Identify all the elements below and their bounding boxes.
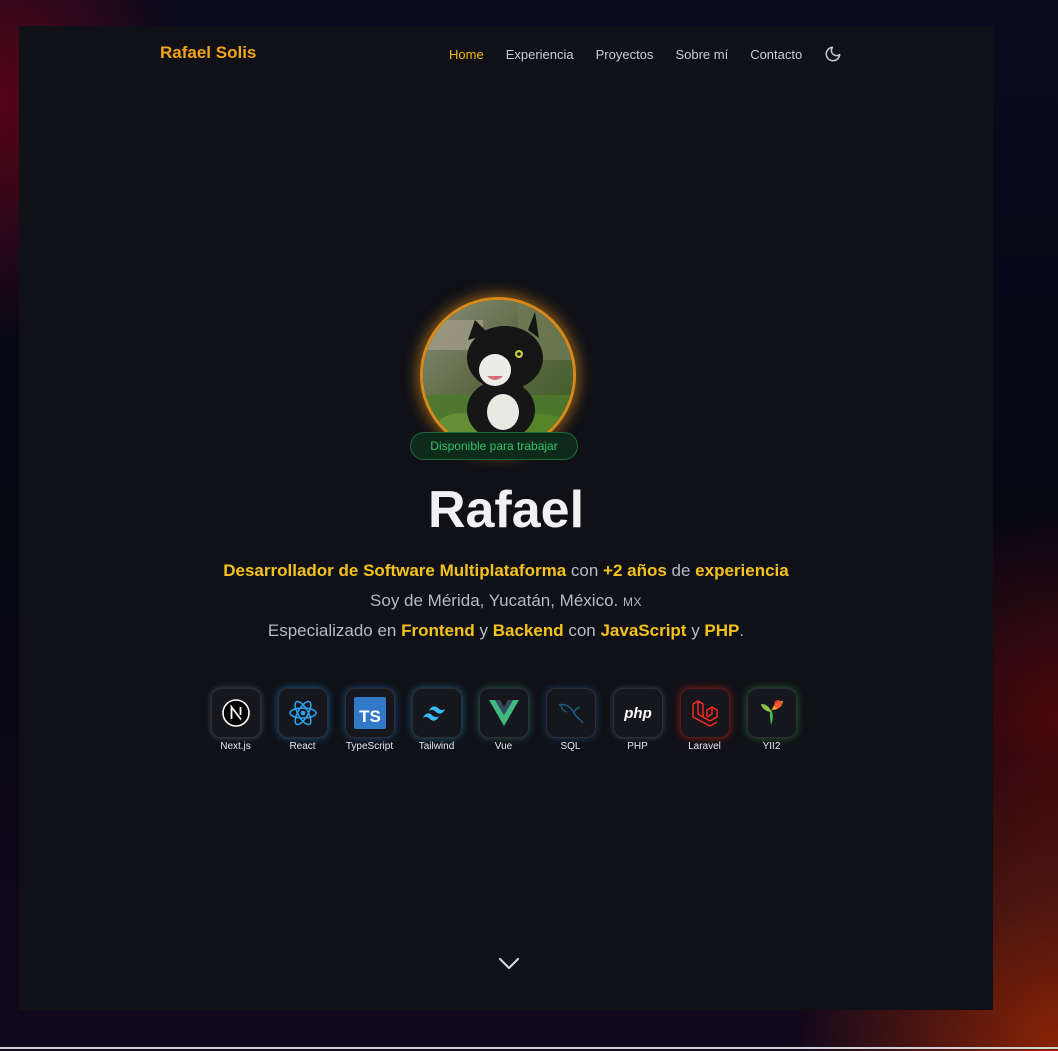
- vue-icon: [478, 688, 529, 738]
- tech-label: Tailwind: [418, 741, 455, 752]
- tech-label: PHP: [627, 741, 648, 752]
- tech-yii2: YII2: [738, 688, 805, 752]
- nav-sobre-mi[interactable]: Sobre mí: [675, 47, 728, 62]
- react-icon: [277, 688, 328, 738]
- tailwind-icon: [411, 688, 462, 738]
- typescript-icon: TS: [344, 688, 395, 738]
- tech-sql: SQL: [537, 688, 604, 752]
- backend-highlight: Backend: [492, 621, 564, 640]
- hero-tagline: Desarrollador de Software Multiplataform…: [19, 561, 993, 581]
- main-nav: Home Experiencia Proyectos Sobre mí Cont…: [449, 45, 842, 63]
- role-highlight: Desarrollador de Software Multiplataform…: [223, 561, 567, 580]
- experience-highlight: experiencia: [695, 561, 789, 580]
- tech-react: React: [269, 688, 336, 752]
- years-highlight: +2 años: [603, 561, 667, 580]
- mysql-icon: [545, 688, 596, 738]
- svg-text:php: php: [623, 705, 652, 722]
- nav-contacto[interactable]: Contacto: [750, 47, 802, 62]
- spec-text: y: [474, 621, 493, 640]
- tech-nextjs: Next.js: [202, 688, 269, 752]
- tech-label: Next.js: [220, 741, 251, 752]
- tech-label: TypeScript: [345, 741, 394, 752]
- status-badge: Disponible para trabajar: [410, 432, 578, 460]
- page-title: Rafael: [427, 481, 585, 539]
- divider: [0, 1047, 1058, 1049]
- location-text: Soy de Mérida, Yucatán, México.: [370, 591, 623, 610]
- page-container: Rafael Solis Home Experiencia Proyectos …: [19, 26, 993, 1010]
- hero-location: Soy de Mérida, Yucatán, México. MX: [19, 591, 993, 611]
- nav-home[interactable]: Home: [449, 47, 484, 62]
- tech-typescript: TS TypeScript: [336, 688, 403, 752]
- moon-icon[interactable]: [824, 45, 842, 63]
- hero-specialization: Especializado en Frontend y Backend con …: [19, 621, 993, 641]
- tech-label: React: [289, 741, 316, 752]
- yii-icon: [746, 688, 797, 738]
- tech-label: YII2: [762, 741, 781, 752]
- avatar: [420, 297, 576, 453]
- spec-text: .: [739, 621, 745, 640]
- spec-text: y: [686, 621, 705, 640]
- javascript-highlight: JavaScript: [600, 621, 687, 640]
- frontend-highlight: Frontend: [401, 621, 475, 640]
- laravel-icon: [679, 688, 730, 738]
- cat-avatar-photo: [423, 300, 573, 450]
- tech-label: SQL: [560, 741, 581, 752]
- tech-tailwind: Tailwind: [403, 688, 470, 752]
- svg-text:TS: TS: [359, 707, 381, 726]
- spec-text: con: [563, 621, 601, 640]
- nav-experiencia[interactable]: Experiencia: [506, 47, 574, 62]
- brand-logo[interactable]: Rafael Solis: [160, 43, 256, 63]
- php-highlight: PHP: [704, 621, 740, 640]
- nextjs-icon: [210, 688, 261, 738]
- chevron-down-icon[interactable]: [497, 953, 521, 973]
- tech-laravel: Laravel: [671, 688, 738, 752]
- nav-proyectos[interactable]: Proyectos: [596, 47, 654, 62]
- tagline-text: de: [666, 561, 696, 580]
- tech-label: Laravel: [688, 741, 721, 752]
- spec-text: Especializado en: [267, 621, 402, 640]
- tech-stack: Next.js React TS TypeScript Tailwind Vue…: [202, 688, 805, 752]
- tech-php: php PHP: [604, 688, 671, 752]
- tech-vue: Vue: [470, 688, 537, 752]
- tagline-text: con: [566, 561, 604, 580]
- mx-flag-icon: MX: [622, 595, 642, 609]
- php-icon: php: [612, 688, 663, 738]
- tech-label: Vue: [494, 741, 513, 752]
